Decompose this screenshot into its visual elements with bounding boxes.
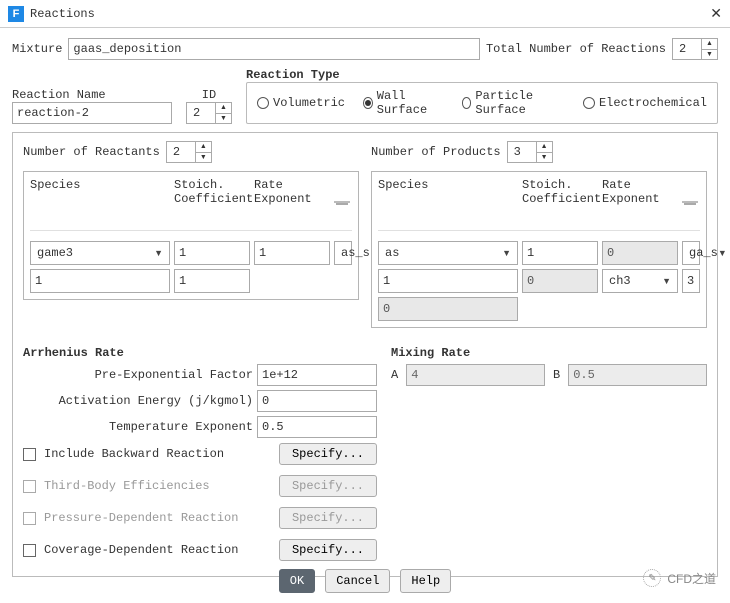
- reactant-stoich-input[interactable]: 1: [174, 241, 250, 265]
- chevron-down-icon: ▼: [718, 248, 727, 258]
- reactant-stoich-input[interactable]: 1: [30, 269, 170, 293]
- product-species-dropdown[interactable]: ga_s▼: [682, 241, 700, 265]
- third-body-label: Third-Body Efficiencies: [44, 479, 210, 493]
- title-bar: F Reactions ✕: [0, 0, 730, 28]
- backward-label: Include Backward Reaction: [44, 447, 224, 461]
- chevron-down-icon: ▼: [154, 248, 163, 258]
- products-panel: Species Stoich. Coefficient Rate Exponen…: [371, 171, 707, 328]
- reactant-rate-input[interactable]: 1: [174, 269, 250, 293]
- product-species-dropdown[interactable]: as▼: [378, 241, 518, 265]
- chevron-down-icon: ▼: [662, 276, 671, 286]
- arrhenius-title: Arrhenius Rate: [23, 346, 377, 360]
- mixing-a-label: A: [391, 368, 398, 382]
- spin-down-icon[interactable]: ▼: [216, 114, 231, 124]
- product-stoich-input[interactable]: 1: [522, 241, 598, 265]
- pressure-label: Pressure-Dependent Reaction: [44, 511, 238, 525]
- pre-exp-label: Pre-Exponential Factor: [95, 368, 253, 382]
- col-rate: Rate Exponent: [254, 178, 330, 210]
- dialog-buttons: OK Cancel Help: [0, 569, 730, 593]
- act-energy-input[interactable]: 0: [257, 390, 377, 412]
- temp-exp-label: Temperature Exponent: [109, 420, 253, 434]
- radio-particle-surface[interactable]: Particle Surface: [462, 89, 565, 117]
- main-panel: Number of Reactants 2 ▲▼ Species Stoich.…: [12, 132, 718, 577]
- wechat-icon: ✎: [643, 569, 661, 587]
- total-spinner[interactable]: 2 ▲▼: [672, 38, 718, 60]
- radio-electrochemical[interactable]: Electrochemical: [583, 96, 707, 110]
- backward-specify-button[interactable]: Specify...: [279, 443, 377, 465]
- products-scrollbar[interactable]: [682, 201, 698, 203]
- close-icon[interactable]: ✕: [710, 5, 722, 22]
- col-species: Species: [30, 178, 170, 210]
- mixing-title: Mixing Rate: [391, 346, 707, 360]
- col-species: Species: [378, 178, 518, 210]
- product-rate-input: 0: [602, 241, 678, 265]
- pressure-specify-button: Specify...: [279, 507, 377, 529]
- products-count-label: Number of Products: [371, 145, 501, 159]
- mixture-input[interactable]: gaas_deposition: [68, 38, 480, 60]
- pressure-checkbox: [23, 512, 36, 525]
- radio-wall-surface[interactable]: Wall Surface: [363, 89, 444, 117]
- pre-exp-input[interactable]: 1e+12: [257, 364, 377, 386]
- product-rate-input: 0: [378, 297, 518, 321]
- spin-up-icon[interactable]: ▲: [216, 103, 231, 114]
- third-body-specify-button: Specify...: [279, 475, 377, 497]
- reactants-scrollbar[interactable]: [334, 201, 350, 203]
- coverage-label: Coverage-Dependent Reaction: [44, 543, 238, 557]
- reactants-count-label: Number of Reactants: [23, 145, 160, 159]
- products-count-spinner[interactable]: 3 ▲▼: [507, 141, 553, 163]
- backward-checkbox[interactable]: [23, 448, 36, 461]
- act-energy-label: Activation Energy (j/kgmol): [59, 394, 253, 408]
- radio-volumetric[interactable]: Volumetric: [257, 96, 345, 110]
- window-title: Reactions: [30, 7, 95, 21]
- app-icon: F: [8, 6, 24, 22]
- ok-button[interactable]: OK: [279, 569, 315, 593]
- coverage-checkbox[interactable]: [23, 544, 36, 557]
- reaction-name-label: Reaction Name: [12, 88, 172, 102]
- cancel-button[interactable]: Cancel: [325, 569, 390, 593]
- reaction-type-label: Reaction Type: [246, 68, 718, 82]
- product-stoich-input[interactable]: 1: [378, 269, 518, 293]
- temp-exp-input[interactable]: 0.5: [257, 416, 377, 438]
- watermark: ✎ CFD之道: [643, 569, 716, 587]
- reactants-panel: Species Stoich. Coefficient Rate Exponen…: [23, 171, 359, 300]
- col-stoich: Stoich. Coefficient: [174, 178, 250, 210]
- total-label: Total Number of Reactions: [486, 42, 666, 56]
- id-label: ID: [186, 88, 232, 102]
- mixture-label: Mixture: [12, 42, 62, 56]
- mixing-a-input: 4: [406, 364, 545, 386]
- reaction-name-input[interactable]: reaction-2: [12, 102, 172, 124]
- reactant-rate-input[interactable]: 1: [254, 241, 330, 265]
- col-stoich: Stoich. Coefficient: [522, 178, 598, 210]
- third-body-checkbox: [23, 480, 36, 493]
- spin-down-icon[interactable]: ▼: [702, 50, 717, 60]
- mixing-b-input: 0.5: [568, 364, 707, 386]
- mixing-b-label: B: [553, 368, 560, 382]
- product-species-dropdown[interactable]: ch3▼: [602, 269, 678, 293]
- spin-up-icon[interactable]: ▲: [702, 39, 717, 50]
- chevron-down-icon: ▼: [502, 248, 511, 258]
- reactant-species-dropdown[interactable]: as_s▼: [334, 241, 352, 265]
- reaction-type-group: Volumetric Wall Surface Particle Surface…: [246, 82, 718, 124]
- id-spinner[interactable]: 2 ▲▼: [186, 102, 232, 124]
- product-stoich-input[interactable]: 3: [682, 269, 700, 293]
- product-rate-input: 0: [522, 269, 598, 293]
- col-rate: Rate Exponent: [602, 178, 678, 210]
- coverage-specify-button[interactable]: Specify...: [279, 539, 377, 561]
- reactant-species-dropdown[interactable]: game3▼: [30, 241, 170, 265]
- reactants-count-spinner[interactable]: 2 ▲▼: [166, 141, 212, 163]
- help-button[interactable]: Help: [400, 569, 451, 593]
